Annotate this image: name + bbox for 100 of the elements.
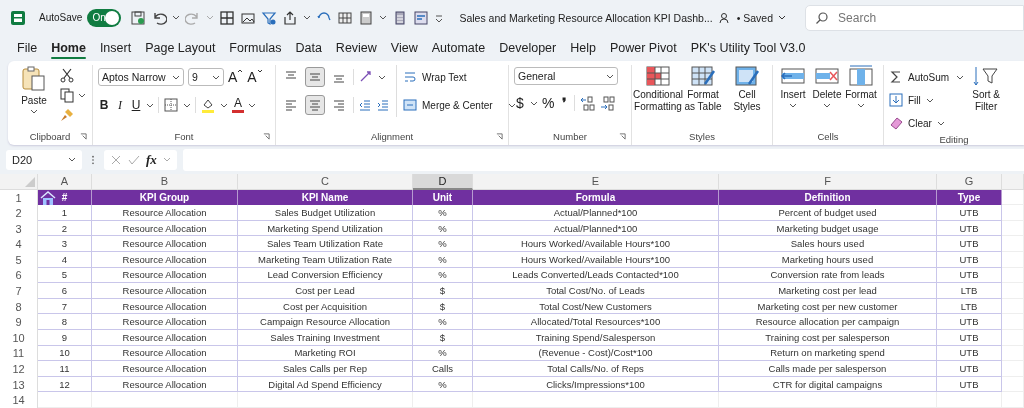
menu-tab[interactable]: Home	[44, 37, 93, 60]
bold-button[interactable]: B	[98, 98, 110, 113]
menu-tab[interactable]: Developer	[492, 37, 564, 60]
increase-font-button[interactable]: A	[228, 69, 244, 86]
empty-cell[interactable]	[1002, 220, 1024, 237]
search-field[interactable]: Search	[805, 4, 1024, 31]
filter-icon[interactable]	[261, 9, 278, 26]
italic-button[interactable]: I	[114, 97, 126, 113]
checkmark-icon[interactable]	[128, 153, 140, 166]
column-header[interactable]: D	[413, 173, 473, 190]
percent-button[interactable]: %	[542, 95, 555, 112]
empty-cell[interactable]	[1002, 376, 1024, 393]
column-header[interactable]: B	[92, 173, 238, 190]
decrease-font-button[interactable]: A	[247, 69, 263, 86]
formula-input[interactable]	[182, 148, 1024, 171]
insert-cells-button[interactable]: Insert	[778, 65, 808, 108]
empty-cell[interactable]	[1002, 283, 1024, 299]
empty-cell[interactable]	[1002, 205, 1024, 221]
column-header[interactable]: A	[38, 173, 92, 190]
autosum-button[interactable]: AutoSum	[889, 67, 965, 88]
dialog-launcher-icon[interactable]	[619, 133, 626, 141]
empty-cell[interactable]	[1002, 392, 1024, 408]
empty-cell[interactable]	[1002, 236, 1024, 253]
format-cells-button[interactable]: Format	[846, 65, 876, 108]
cell-styles-button[interactable]: Cell Styles	[727, 65, 767, 113]
font-size-dropdown[interactable]: 9	[188, 68, 224, 87]
format-painter-icon[interactable]	[59, 107, 75, 124]
menu-tab[interactable]: Insert	[92, 37, 139, 60]
increase-indent-icon[interactable]	[376, 98, 390, 113]
fill-button[interactable]: Fill	[889, 90, 965, 111]
dialog-launcher-icon[interactable]	[496, 133, 503, 141]
share-icon[interactable]	[282, 9, 299, 26]
column-header[interactable]: E	[473, 173, 719, 190]
empty-cell[interactable]	[92, 392, 238, 408]
vertical-align-button[interactable]	[305, 67, 325, 88]
delete-cells-button[interactable]: Delete	[812, 65, 842, 108]
menu-tab[interactable]: Data	[288, 37, 329, 60]
caret-icon[interactable]	[78, 92, 86, 98]
font-name-dropdown[interactable]: Aptos Narrow	[98, 68, 184, 87]
borders-icon[interactable]	[219, 9, 236, 26]
empty-cell[interactable]	[1002, 252, 1024, 268]
comma-style-button[interactable]: ❜	[558, 95, 571, 112]
person-icon[interactable]	[717, 10, 732, 25]
decrease-indent-icon[interactable]	[358, 98, 372, 113]
column-header[interactable]: G	[937, 173, 1002, 190]
menu-tab[interactable]: Help	[563, 37, 603, 60]
sort-filter-button[interactable]: Sort & Filter	[968, 65, 1005, 113]
increase-decimal-icon[interactable]	[579, 95, 596, 112]
customize-toolbar-icon[interactable]	[434, 12, 445, 23]
copy-icon[interactable]	[59, 87, 75, 104]
empty-cell[interactable]	[937, 392, 1002, 408]
empty-cell[interactable]	[1002, 361, 1024, 377]
caret-icon[interactable]	[530, 100, 538, 106]
caret-icon[interactable]	[303, 15, 312, 21]
menu-tab[interactable]: View	[383, 37, 425, 60]
menu-tab[interactable]: File	[10, 37, 45, 60]
name-box[interactable]: D20	[6, 149, 82, 170]
wrap-text-button[interactable]: Wrap Text	[403, 67, 516, 88]
cancel-icon[interactable]	[110, 153, 122, 166]
dialog-launcher-icon[interactable]	[263, 133, 270, 141]
empty-cell[interactable]	[1002, 345, 1024, 362]
empty-cell[interactable]	[719, 392, 937, 408]
menu-tab[interactable]: Power Pivot	[602, 37, 684, 60]
grid-icon[interactable]	[337, 9, 354, 26]
merge-center-button[interactable]: Merge & Center	[403, 95, 516, 116]
fill-color-icon[interactable]	[200, 97, 216, 114]
caret-icon[interactable]	[378, 74, 386, 80]
save-status-button[interactable]: • Saved	[736, 11, 787, 24]
caret-icon[interactable]	[379, 15, 388, 21]
form-icon[interactable]	[413, 9, 430, 26]
menu-tab[interactable]: Review	[328, 37, 384, 60]
caret-icon[interactable]	[172, 15, 181, 21]
underline-button[interactable]: U	[130, 98, 142, 113]
empty-cell[interactable]	[473, 392, 719, 408]
empty-cell[interactable]	[238, 392, 413, 408]
menu-tab[interactable]: Formulas	[222, 37, 289, 60]
borders-icon[interactable]	[163, 97, 179, 114]
format-as-table-button[interactable]: Format as Table	[683, 65, 723, 113]
caret-icon[interactable]	[248, 102, 256, 108]
menu-tab[interactable]: Automate	[424, 37, 493, 60]
number-format-dropdown[interactable]: General	[514, 67, 618, 86]
home-icon[interactable]	[40, 190, 56, 205]
horizontal-align-button[interactable]	[305, 95, 325, 116]
column-header[interactable]: F	[719, 173, 937, 190]
menu-tab[interactable]: PK's Utility Tool V3.0	[683, 37, 813, 60]
dialog-launcher-icon[interactable]	[80, 133, 87, 141]
decrease-decimal-icon[interactable]	[599, 95, 616, 112]
empty-cell[interactable]	[413, 392, 473, 408]
menu-tab[interactable]: Page Layout	[138, 37, 223, 60]
clear-button[interactable]: Clear	[889, 113, 965, 134]
empty-cell[interactable]	[1002, 298, 1024, 315]
currency-button[interactable]: $	[514, 95, 526, 112]
empty-cell[interactable]	[1002, 267, 1024, 284]
insert-function-button[interactable]: fx	[146, 151, 157, 168]
caret-icon[interactable]	[183, 102, 191, 108]
save-icon[interactable]	[130, 9, 147, 26]
empty-cell[interactable]	[1002, 330, 1024, 346]
paste-button[interactable]: Paste	[13, 65, 55, 114]
cut-icon[interactable]	[59, 67, 75, 84]
caret-icon[interactable]	[146, 102, 154, 108]
